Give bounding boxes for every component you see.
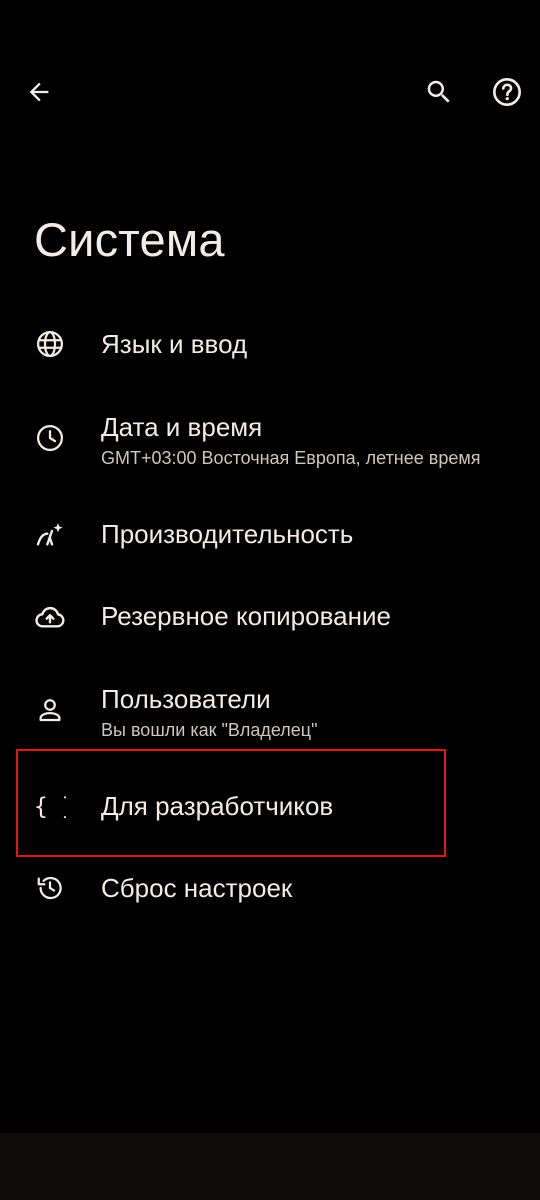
svg-text:{ }: { } [34, 794, 66, 820]
settings-item-date-time[interactable]: Дата и время GMT+03:00 Восточная Европа,… [0, 404, 540, 476]
cloud-upload-icon [34, 601, 66, 633]
back-button[interactable] [15, 68, 63, 116]
person-icon [34, 694, 66, 726]
settings-item-developer-options[interactable]: { } Для разработчиков [0, 778, 540, 836]
help-button[interactable] [483, 68, 531, 116]
settings-item-summary: GMT+03:00 Восточная Европа, летнее время [101, 448, 481, 468]
help-icon [493, 78, 521, 106]
settings-item-label: Язык и ввод [101, 329, 248, 359]
page-title: Система [34, 213, 225, 266]
settings-item-reset[interactable]: Сброс настроек [0, 860, 540, 918]
settings-item-label: Резервное копирование [101, 601, 391, 631]
arrow-back-icon [29, 82, 49, 102]
settings-item-label: Для разработчиков [101, 791, 334, 821]
settings-item-label: Производительность [101, 519, 354, 549]
settings-item-users[interactable]: Пользователи Вы вошли как "Владелец" [0, 676, 540, 748]
globe-icon [34, 328, 66, 360]
clock-icon [34, 422, 66, 454]
settings-item-label: Дата и время [101, 412, 263, 442]
settings-item-performance[interactable]: Производительность [0, 506, 540, 564]
navigation-bar [0, 1133, 540, 1200]
search-icon [427, 80, 450, 103]
history-icon [34, 872, 66, 904]
settings-item-label: Сброс настроек [101, 873, 293, 903]
braces-icon: { } [34, 790, 66, 822]
settings-item-summary: Вы вошли как "Владелец" [101, 720, 318, 740]
search-button[interactable] [415, 68, 463, 116]
settings-item-language-input[interactable]: Язык и ввод [0, 316, 540, 374]
performance-icon [34, 519, 66, 551]
settings-item-label: Пользователи [101, 684, 271, 714]
top-app-bar [0, 0, 540, 180]
settings-item-backup[interactable]: Резервное копирование [0, 588, 540, 646]
